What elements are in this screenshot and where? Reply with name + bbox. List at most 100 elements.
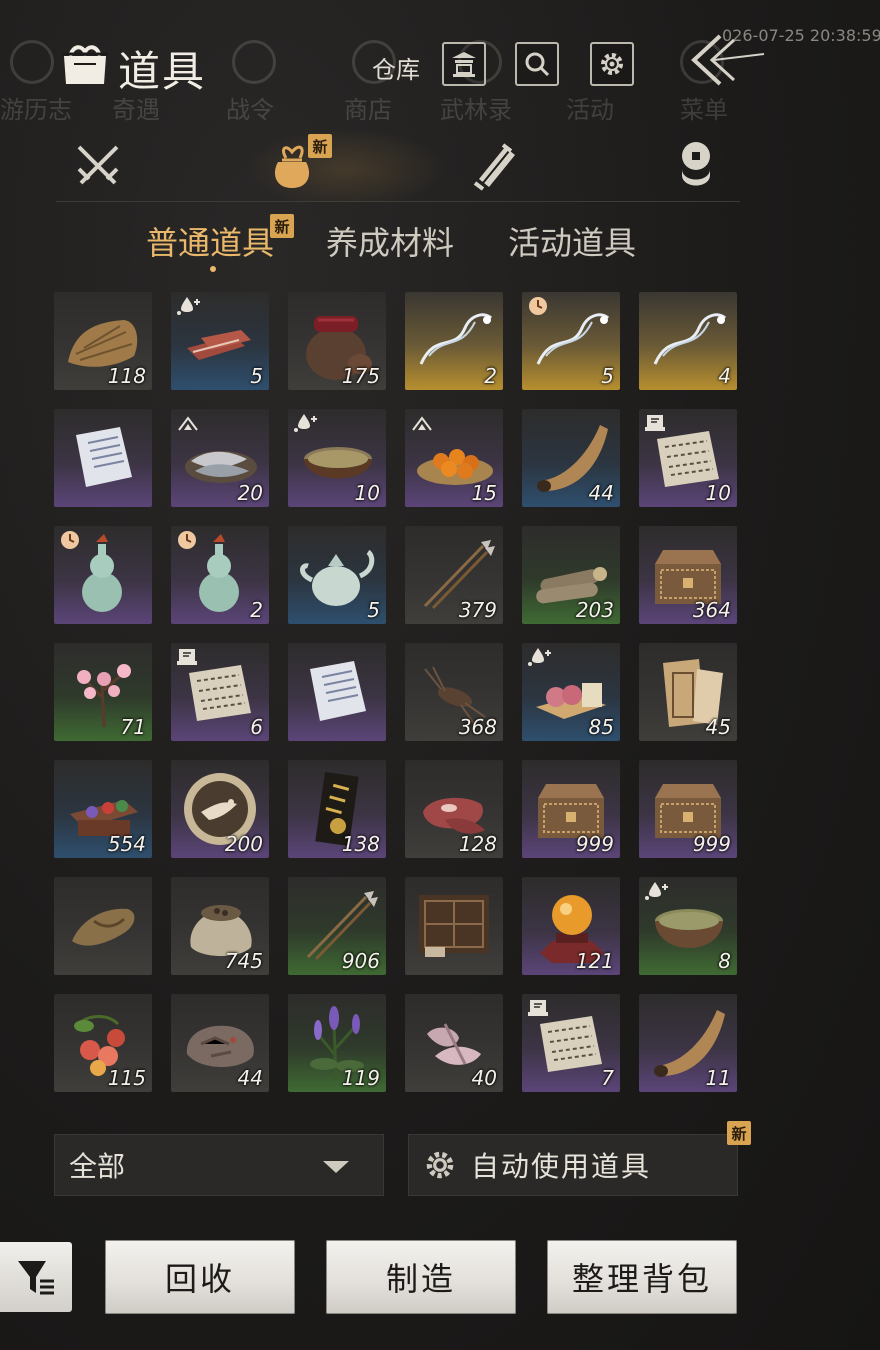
- upgrade-tag-icon: [412, 416, 432, 431]
- warehouse-label[interactable]: 仓库: [372, 50, 420, 85]
- craft-button[interactable]: 制造: [326, 1240, 516, 1314]
- wine-jar-item[interactable]: 175: [288, 292, 386, 390]
- item-quantity: 85: [588, 715, 614, 739]
- tab-event-items[interactable]: 活动道具: [508, 218, 636, 264]
- wild-fruit-item[interactable]: 115: [54, 994, 152, 1092]
- item-quantity: 999: [575, 832, 614, 856]
- sort-filter-button[interactable]: [0, 1242, 72, 1312]
- item-quantity: 40: [471, 1066, 497, 1090]
- soup-bowl-item[interactable]: 10: [288, 409, 386, 507]
- purple-horn-item[interactable]: 11: [639, 994, 737, 1092]
- bronze-horn-item[interactable]: 44: [522, 409, 620, 507]
- straw-sandal-item[interactable]: [54, 877, 152, 975]
- tab-growth-materials[interactable]: 养成材料: [326, 218, 454, 264]
- blue-dragon-item[interactable]: 5: [522, 292, 620, 390]
- silver-dragon-item[interactable]: 2: [405, 292, 503, 390]
- tab-equipment[interactable]: [68, 136, 128, 196]
- letters-stack-item[interactable]: 7: [522, 994, 620, 1092]
- stew-pot-item[interactable]: 8: [639, 877, 737, 975]
- item-quantity: 11: [705, 1066, 731, 1090]
- search-button[interactable]: [515, 42, 559, 86]
- carved-chest-c-item[interactable]: 999: [639, 760, 737, 858]
- item-quantity: 115: [107, 1066, 146, 1090]
- item-quantity: 175: [341, 364, 380, 388]
- tab-scrolls[interactable]: [466, 136, 526, 196]
- droplet-tag-icon: [528, 648, 551, 666]
- book-tag-icon: [177, 649, 197, 665]
- carved-chest-a-item[interactable]: 364: [639, 526, 737, 624]
- auto-use-items-button[interactable]: 自动使用道具 新: [408, 1121, 751, 1196]
- item-quantity: 554: [107, 832, 146, 856]
- cabinet-item[interactable]: [405, 877, 503, 975]
- settings-button[interactable]: [590, 42, 634, 86]
- manuscript-item[interactable]: 10: [639, 409, 737, 507]
- item-quantity: 119: [341, 1066, 380, 1090]
- item-quantity: 45: [705, 715, 731, 739]
- cabinet-icon: [419, 895, 489, 957]
- cricket-item[interactable]: 368: [405, 643, 503, 741]
- item-quantity: 7: [601, 1066, 614, 1090]
- bottom-action-bar: 回收 制造 整理背包: [0, 1240, 880, 1314]
- item-quantity: 118: [107, 364, 146, 388]
- crane-token-item[interactable]: 200: [171, 760, 269, 858]
- ore-rock-item[interactable]: 44: [171, 994, 269, 1092]
- item-quantity: 128: [458, 832, 497, 856]
- warehouse-button[interactable]: [442, 42, 486, 86]
- fish-platter-item[interactable]: 20: [171, 409, 269, 507]
- category-tabs: 新: [56, 128, 740, 202]
- item-quantity: 364: [692, 598, 731, 622]
- tab-common-items[interactable]: 普通道具: [146, 218, 274, 264]
- seed-sack-item[interactable]: 745: [171, 877, 269, 975]
- script-pages-item[interactable]: 6: [171, 643, 269, 741]
- paper-icon: [76, 427, 132, 487]
- arrows-item[interactable]: 379: [405, 526, 503, 624]
- peach-buns-item[interactable]: 85: [522, 643, 620, 741]
- notice-paper-item[interactable]: [288, 643, 386, 741]
- lavender-item[interactable]: 119: [288, 994, 386, 1092]
- pavilion-icon: [452, 52, 476, 77]
- item-quantity: 2: [250, 598, 263, 622]
- sandal-icon: [72, 908, 135, 946]
- golden-orb-item[interactable]: 121: [522, 877, 620, 975]
- raw-cuts-item[interactable]: 40: [405, 994, 503, 1092]
- item-quantity: 5: [250, 364, 263, 388]
- clock-tag-icon: [529, 297, 547, 315]
- filter-dropdown[interactable]: 全部: [54, 1134, 384, 1196]
- peach-blossom-item[interactable]: 71: [54, 643, 152, 741]
- gear-icon: [601, 53, 623, 75]
- item-quantity: 200: [224, 832, 263, 856]
- back-arrow-icon[interactable]: [680, 30, 770, 90]
- gourd-vase-a-item[interactable]: [54, 526, 152, 624]
- gourd-vase-b-item[interactable]: 2: [171, 526, 269, 624]
- letter-item[interactable]: [54, 409, 152, 507]
- item-quantity: 368: [458, 715, 497, 739]
- orange-plate-item[interactable]: 15: [405, 409, 503, 507]
- new-badge: 新: [270, 214, 294, 238]
- recycle-button[interactable]: 回收: [105, 1240, 295, 1314]
- gold-plaque-item[interactable]: 138: [288, 760, 386, 858]
- paper-icon: [310, 661, 366, 721]
- item-quantity: 745: [224, 949, 263, 973]
- firewood-item[interactable]: 203: [522, 526, 620, 624]
- raw-meat-item[interactable]: 128: [405, 760, 503, 858]
- teapot-item[interactable]: 5: [288, 526, 386, 624]
- item-quantity: 8: [718, 949, 731, 973]
- book-tag-icon: [645, 415, 665, 431]
- fire-arrows-item[interactable]: 906: [288, 877, 386, 975]
- white-dragon-item[interactable]: 4: [639, 292, 737, 390]
- tab-items[interactable]: 新: [262, 134, 332, 196]
- organize-bag-button[interactable]: 整理背包: [547, 1240, 737, 1314]
- crossed-swords-icon: [77, 145, 119, 185]
- bamboo-slip-item[interactable]: 45: [639, 643, 737, 741]
- active-tab-indicator: [210, 266, 216, 272]
- item-quantity: 44: [237, 1066, 263, 1090]
- item-quantity: 10: [705, 481, 731, 505]
- straw-bundle-item[interactable]: 118: [54, 292, 152, 390]
- dried-meat-item[interactable]: 5: [171, 292, 269, 390]
- book-tag-icon: [528, 1000, 548, 1016]
- pigment-box-item[interactable]: 554: [54, 760, 152, 858]
- background-nav-icon: [10, 40, 54, 84]
- header: 道具 仓库: [60, 30, 765, 100]
- tab-currency[interactable]: [666, 136, 726, 196]
- carved-chest-b-item[interactable]: 999: [522, 760, 620, 858]
